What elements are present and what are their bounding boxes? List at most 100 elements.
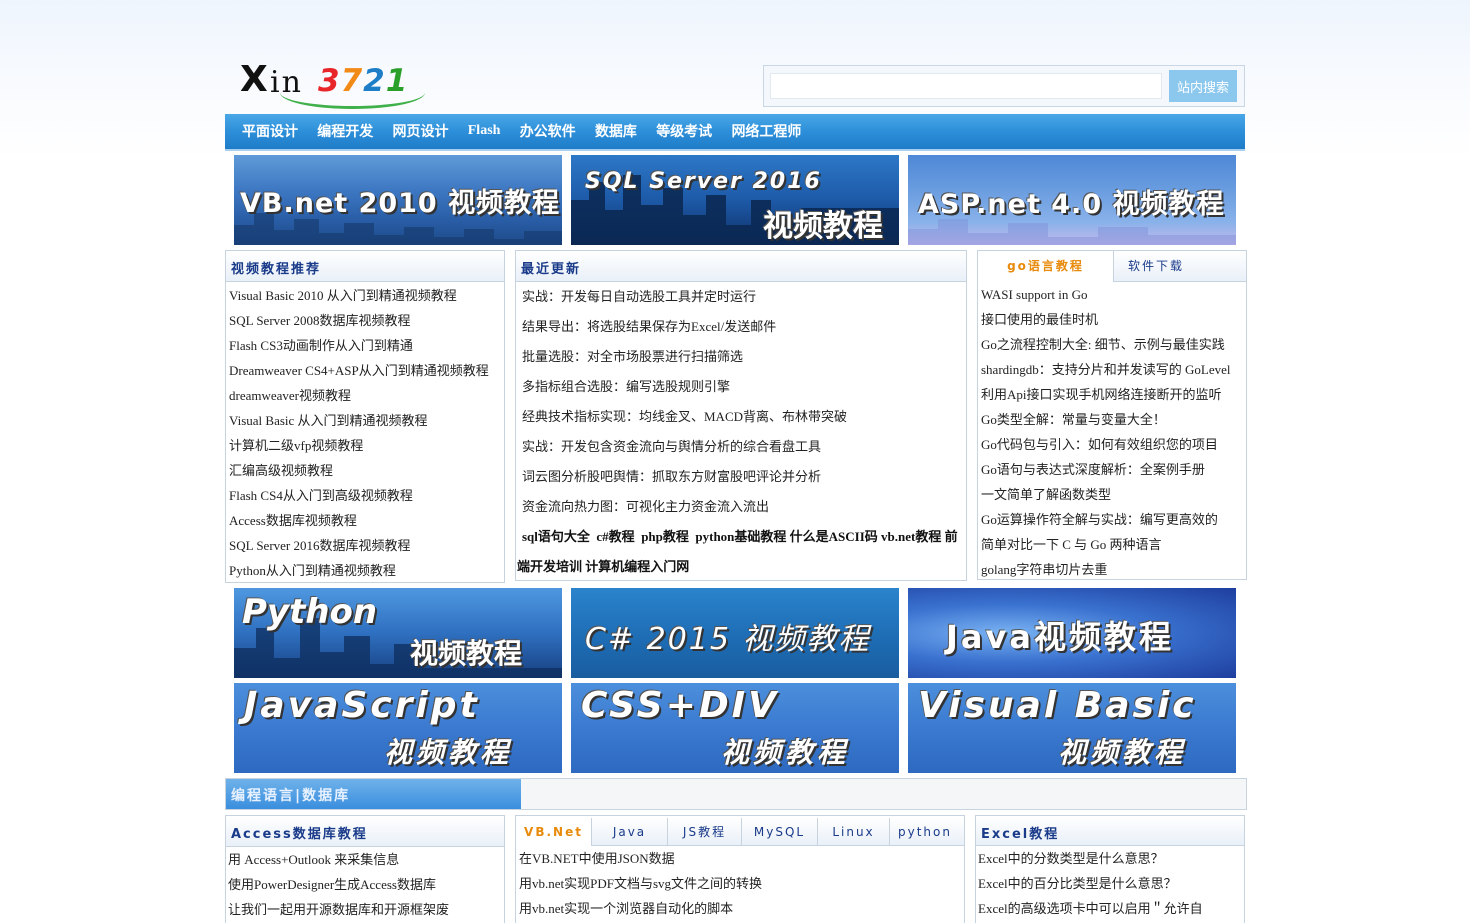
list-item[interactable]: Access数据库视频教程 — [226, 508, 504, 533]
site-logo[interactable]: X in 3721 — [240, 55, 430, 113]
banner-css-div[interactable]: CSS+DIV 视频教程 — [571, 683, 899, 773]
keyword-link[interactable]: 端开发培训 — [517, 559, 582, 574]
list-item[interactable]: Python从入门到精通视频教程 — [226, 558, 504, 583]
banner-title: Python — [242, 592, 378, 632]
tab-js[interactable]: JS教程 — [668, 818, 742, 846]
keyword-link[interactable]: 什么是ASCII码 — [790, 529, 878, 544]
video-list: Visual Basic 2010 从入门到精通视频教程 SQL Server … — [226, 282, 504, 583]
list-item[interactable]: Excel中的分数类型是什么意思？ — [976, 846, 1244, 871]
logo-x: X — [240, 59, 268, 100]
search-input[interactable] — [770, 73, 1162, 99]
list-item[interactable]: Visual Basic 2010 从入门到精通视频教程 — [226, 283, 504, 308]
list-item[interactable]: Excel的高级选项卡中可以启用＂允许自 — [976, 896, 1244, 921]
banner-python[interactable]: Python 视频教程 — [234, 588, 562, 678]
search-button[interactable]: 站内搜索 — [1169, 70, 1237, 102]
tab-mysql[interactable]: MySQL — [742, 818, 818, 846]
list-item[interactable]: SQL Server 2016数据库视频教程 — [226, 533, 504, 558]
list-item[interactable]: 词云图分析股吧舆情：抓取东方财富股吧评论并分析 — [516, 462, 966, 492]
list-item[interactable]: golang字符串切片去重 — [978, 557, 1246, 582]
list-item[interactable]: Go代码包与引入：如何有效组织您的项目 — [978, 432, 1246, 457]
list-item[interactable]: 多指标组合选股：编写选股规则引擎 — [516, 372, 966, 402]
box-title: 视频教程推荐 — [231, 262, 322, 277]
list-item[interactable]: 实战：开发每日自动选股工具并定时运行 — [516, 282, 966, 312]
nav-item-web-design[interactable]: 网页设计 — [393, 114, 449, 151]
banner-java[interactable]: Java视频教程 — [908, 588, 1236, 678]
list-item[interactable]: 用vb.net实现PDF文档与svg文件之间的转换 — [516, 871, 964, 896]
list-item[interactable]: Flash CS4从入门到高级视频教程 — [226, 483, 504, 508]
banner-csharp-2015[interactable]: C# 2015 视频教程 — [571, 588, 899, 678]
tab-linux[interactable]: Linux — [818, 818, 890, 846]
list-item[interactable]: 经典技术指标实现：均线金叉、MACD背离、布林带突破 — [516, 402, 966, 432]
list-item[interactable]: 用vb.net实现一个浏览器自动化的脚本 — [516, 896, 964, 921]
main-nav: 平面设计 编程开发 网页设计 Flash 办公软件 数据库 等级考试 网络工程师 — [225, 114, 1245, 151]
banner-title: SQL Server 2016 — [585, 169, 822, 194]
list-item[interactable]: 一文简单了解函数类型 — [978, 482, 1246, 507]
nav-item-flash[interactable]: Flash — [468, 112, 501, 149]
list-item[interactable]: 简单对比一下 C 与 Go 两种语言 — [978, 532, 1246, 557]
tab-go-tutorial[interactable]: go语言教程 — [978, 251, 1114, 282]
tab-java[interactable]: Java — [592, 818, 668, 846]
nav-item-programming[interactable]: 编程开发 — [317, 114, 373, 151]
keyword-link[interactable]: sql语句大全 — [522, 529, 590, 544]
list-item[interactable]: Flash CS3动画制作从入门到精通 — [226, 333, 504, 358]
box-title: Excel教程 — [981, 827, 1060, 842]
banner-subtitle: 视频教程 — [410, 637, 523, 670]
list-item[interactable]: dreamweaver视频教程 — [226, 383, 504, 408]
list-item[interactable]: 用 Access+Outlook 来采集信息 — [226, 847, 504, 872]
banner-title: ASP.net 4.0 视频教程 — [918, 189, 1225, 220]
recent-updates-box: 最近更新 实战：开发每日自动选股工具并定时运行 结果导出：将选股结果保存为Exc… — [515, 250, 967, 581]
keyword-link[interactable]: python基础教程 — [695, 529, 786, 544]
box-title: 最近更新 — [521, 262, 582, 277]
list-item[interactable]: Visual Basic 从入门到精通视频教程 — [226, 408, 504, 433]
language-tutorial-box: VB.Net Java JS教程 MySQL Linux python 在VB.… — [515, 815, 965, 923]
banner-visual-basic[interactable]: Visual Basic 视频教程 — [908, 683, 1236, 773]
list-item[interactable]: 利用Api接口实现手机网络连接断开的监听 — [978, 382, 1246, 407]
list-item[interactable]: 结果导出：将选股结果保存为Excel/发送邮件 — [516, 312, 966, 342]
list-item[interactable]: 汇编高级视频教程 — [226, 458, 504, 483]
list-item[interactable]: Excel中的百分比类型是什么意思？ — [976, 871, 1244, 896]
keyword-link[interactable]: c#教程 — [596, 529, 634, 544]
keyword-link[interactable]: 前 — [945, 529, 958, 544]
go-list: WASI support in Go 接口使用的最佳时机 Go之流程控制大全: … — [978, 282, 1246, 582]
list-item[interactable]: Dreamweaver CS4+ASP从入门到精通视频教程 — [226, 358, 504, 383]
list-item[interactable]: 实战：开发包含资金流向与舆情分析的综合看盘工具 — [516, 432, 966, 462]
list-item[interactable]: Go语句与表达式深度解析：全案例手册 — [978, 457, 1246, 482]
list-item[interactable]: 在VB.NET中使用JSON数据 — [516, 846, 964, 871]
list-item[interactable]: Go之流程控制大全: 细节、示例与最佳实践 — [978, 332, 1246, 357]
list-item[interactable]: 资金流向热力图：可视化主力资金流入流出 — [516, 492, 966, 522]
nav-item-graphic-design[interactable]: 平面设计 — [242, 114, 298, 151]
banner-title: VB.net 2010 视频教程 — [240, 188, 561, 219]
list-item[interactable]: 让我们一起用开源数据库和开源框架废 — [226, 897, 504, 922]
banner-javascript[interactable]: JavaScript 视频教程 — [234, 683, 562, 773]
nav-item-office[interactable]: 办公软件 — [520, 114, 576, 151]
list-item[interactable]: Go类型全解：常量与变量大全！ — [978, 407, 1246, 432]
nav-item-database[interactable]: 数据库 — [595, 114, 637, 151]
list-item[interactable]: Go运算操作符全解与实战：编写更高效的 — [978, 507, 1246, 532]
list-item[interactable]: 使用PowerDesigner生成Access数据库 — [226, 872, 504, 897]
keyword-link[interactable]: 计算机编程入门网 — [585, 559, 689, 574]
keyword-link[interactable]: php教程 — [641, 529, 689, 544]
list-item[interactable]: 接口使用的最佳时机 — [978, 307, 1246, 332]
banner-vbnet-2010[interactable]: VB.net 2010 视频教程 — [234, 155, 562, 245]
tab-python[interactable]: python — [890, 818, 960, 846]
list-item[interactable]: SQL Server 2008数据库视频教程 — [226, 308, 504, 333]
box-header: Access数据库教程 — [226, 816, 504, 847]
banner-title: Java视频教程 — [946, 618, 1174, 656]
tab-vbnet[interactable]: VB.Net — [516, 818, 592, 846]
access-tutorial-box: Access数据库教程 用 Access+Outlook 来采集信息 使用Pow… — [225, 815, 505, 923]
list-item[interactable]: WASI support in Go — [978, 282, 1246, 307]
lang-list: 在VB.NET中使用JSON数据 用vb.net实现PDF文档与svg文件之间的… — [516, 846, 964, 921]
keyword-link[interactable]: vb.net教程 — [881, 529, 941, 544]
nav-item-exams[interactable]: 等级考试 — [656, 114, 712, 151]
nav-item-network-engineer[interactable]: 网络工程师 — [731, 114, 801, 151]
banner-title: JavaScript — [244, 685, 480, 726]
box-header: 最近更新 — [516, 251, 966, 282]
list-item[interactable]: shardingdb：支持分片和并发读写的 GoLevel — [978, 357, 1246, 382]
banner-title: Visual Basic — [918, 685, 1197, 726]
banner-subtitle: 视频教程 — [721, 736, 850, 769]
banner-aspnet-4[interactable]: ASP.net 4.0 视频教程 — [908, 155, 1236, 245]
tab-software-download[interactable]: 软件下载 — [1114, 251, 1198, 282]
list-item[interactable]: 批量选股：对全市场股票进行扫描筛选 — [516, 342, 966, 372]
banner-sql-server-2016[interactable]: SQL Server 2016 视频教程 — [571, 155, 899, 245]
list-item[interactable]: 计算机二级vfp视频教程 — [226, 433, 504, 458]
